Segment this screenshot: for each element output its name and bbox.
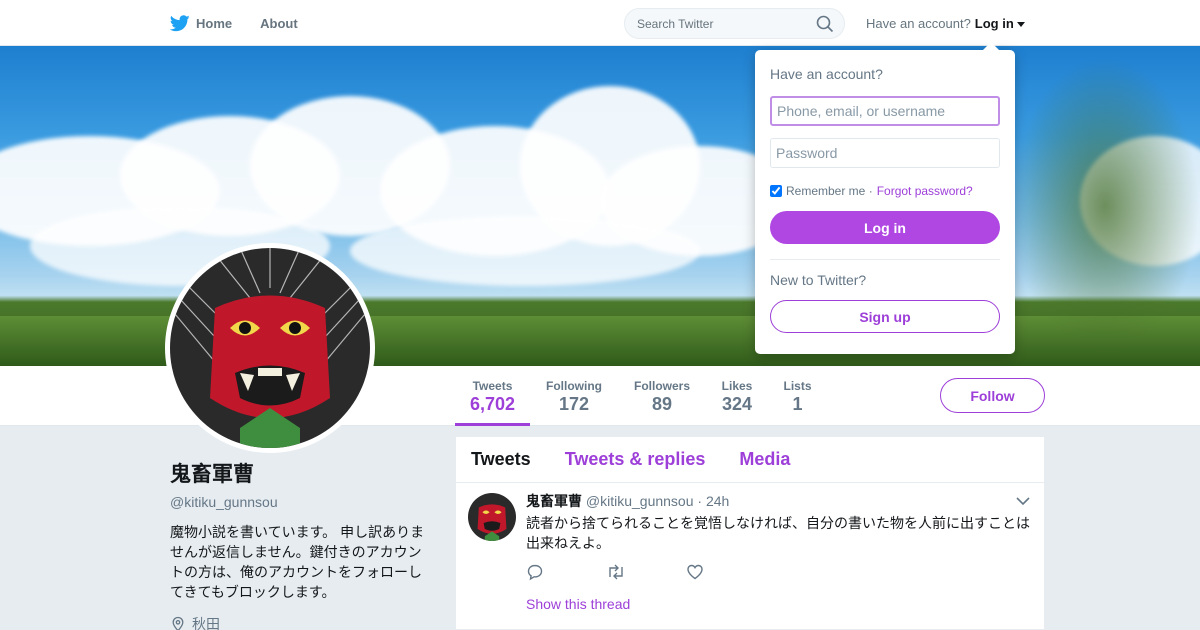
tweet-author-handle[interactable]: @kitiku_gunnsou [586,493,694,509]
remember-me-label: Remember me · [786,184,873,198]
forgot-password-link[interactable]: Forgot password? [877,184,973,198]
nav-home-label: Home [196,15,233,31]
caret-down-icon[interactable] [1016,21,1025,27]
stat-lists-label: Lists [783,379,812,393]
tweet-text: 読者から捨てられることを覚悟しなければ、自分の書いた物を人前に出すことは出来ねえ… [526,515,1030,551]
stat-tweets[interactable]: Tweets 6,702 [455,366,530,426]
stat-lists[interactable]: Lists 1 [779,366,816,426]
location-pin-icon [172,616,184,630]
search-icon[interactable] [816,15,834,33]
timeline-tabs: Tweets Tweets & replies Media [456,437,1044,483]
tweet-header: 鬼畜軍曹 @kitiku_gunnsou · 24h [526,491,1032,511]
divider [770,259,1000,260]
stat-likes-value: 324 [721,394,753,414]
profile-description: 魔物小説を書いています。 申し訳ありませんが返信しません。鍵付きのアカウントの方… [170,524,425,600]
stat-tweets-label: Tweets [472,379,513,393]
nav-about-label: About [260,15,298,31]
stat-following-label: Following [546,379,602,393]
nav-home[interactable]: Home [170,14,233,32]
remember-me-checkbox[interactable] [770,185,782,197]
tweet[interactable]: 鬼畜軍曹 @kitiku_gunnsou · 24h 読者から捨てられることを覚… [456,483,1044,630]
profile-location-text: 秋田 [192,616,220,630]
new-to-twitter-text: New to Twitter? [770,272,867,288]
tweet-avatar[interactable] [468,493,516,541]
nav-left: Home About [170,0,326,46]
profile-name[interactable]: 鬼畜軍曹 [170,458,432,488]
top-navigation-bar: Home About Have an account? Log in [0,0,1200,46]
heart-icon [687,564,703,579]
tweet-timestamp[interactable]: · 24h [697,493,729,509]
stat-following-value: 172 [558,394,590,414]
login-button[interactable]: Log in [770,211,1000,244]
signup-button[interactable]: Sign up [770,300,1000,333]
profile-handle[interactable]: @kitiku_gunnsou [170,494,432,510]
tweet-author-name[interactable]: 鬼畜軍曹 [526,493,582,509]
search-box [624,8,845,39]
tab-tweets-and-replies[interactable]: Tweets & replies [565,449,706,470]
show-thread-link[interactable]: Show this thread [526,596,1032,612]
stat-likes-label: Likes [721,379,753,393]
stat-followers-value: 89 [651,394,673,414]
tab-media[interactable]: Media [739,449,790,470]
chevron-down-icon[interactable] [1016,496,1030,506]
password-field[interactable] [770,138,1000,168]
twitter-bird-icon [170,14,190,31]
retweet-icon [609,564,623,579]
stat-followers-label: Followers [633,379,690,393]
account-prompt-text: Have an account? [866,16,971,31]
retweet-action[interactable] [606,563,686,586]
login-dropdown: Have an account? Remember me · Forgot pa… [755,42,1015,354]
account-prompt: Have an account? Log in [866,16,1025,31]
stat-likes[interactable]: Likes 324 [716,366,758,426]
like-action[interactable] [686,563,766,586]
search-input[interactable] [625,9,805,38]
stat-following[interactable]: Following 172 [538,366,610,426]
follow-button[interactable]: Follow [940,378,1045,413]
reply-action[interactable] [526,563,606,586]
stat-tweets-value: 6,702 [469,394,516,414]
timeline: Tweets Tweets & replies Media 鬼畜軍曹 @kiti… [456,437,1044,630]
reply-icon [527,564,543,580]
tab-tweets[interactable]: Tweets [471,449,531,470]
namahage-mask-thumbnail [468,493,516,541]
stat-lists-value: 1 [792,394,803,414]
tweet-actions [526,563,1032,585]
stat-followers[interactable]: Followers 89 [627,366,697,426]
namahage-mask-image [170,248,370,448]
login-dropdown-title: Have an account? [770,66,883,82]
profile-bio-card: 鬼畜軍曹 @kitiku_gunnsou 魔物小説を書いています。 申し訳ありま… [170,458,432,630]
profile-avatar[interactable] [165,243,375,453]
remember-me-row: Remember me · Forgot password? [770,184,1000,198]
profile-location: 秋田 [170,614,432,630]
nav-about[interactable]: About [260,16,298,31]
username-field[interactable] [770,96,1000,126]
login-dropdown-toggle[interactable]: Log in [975,16,1014,31]
